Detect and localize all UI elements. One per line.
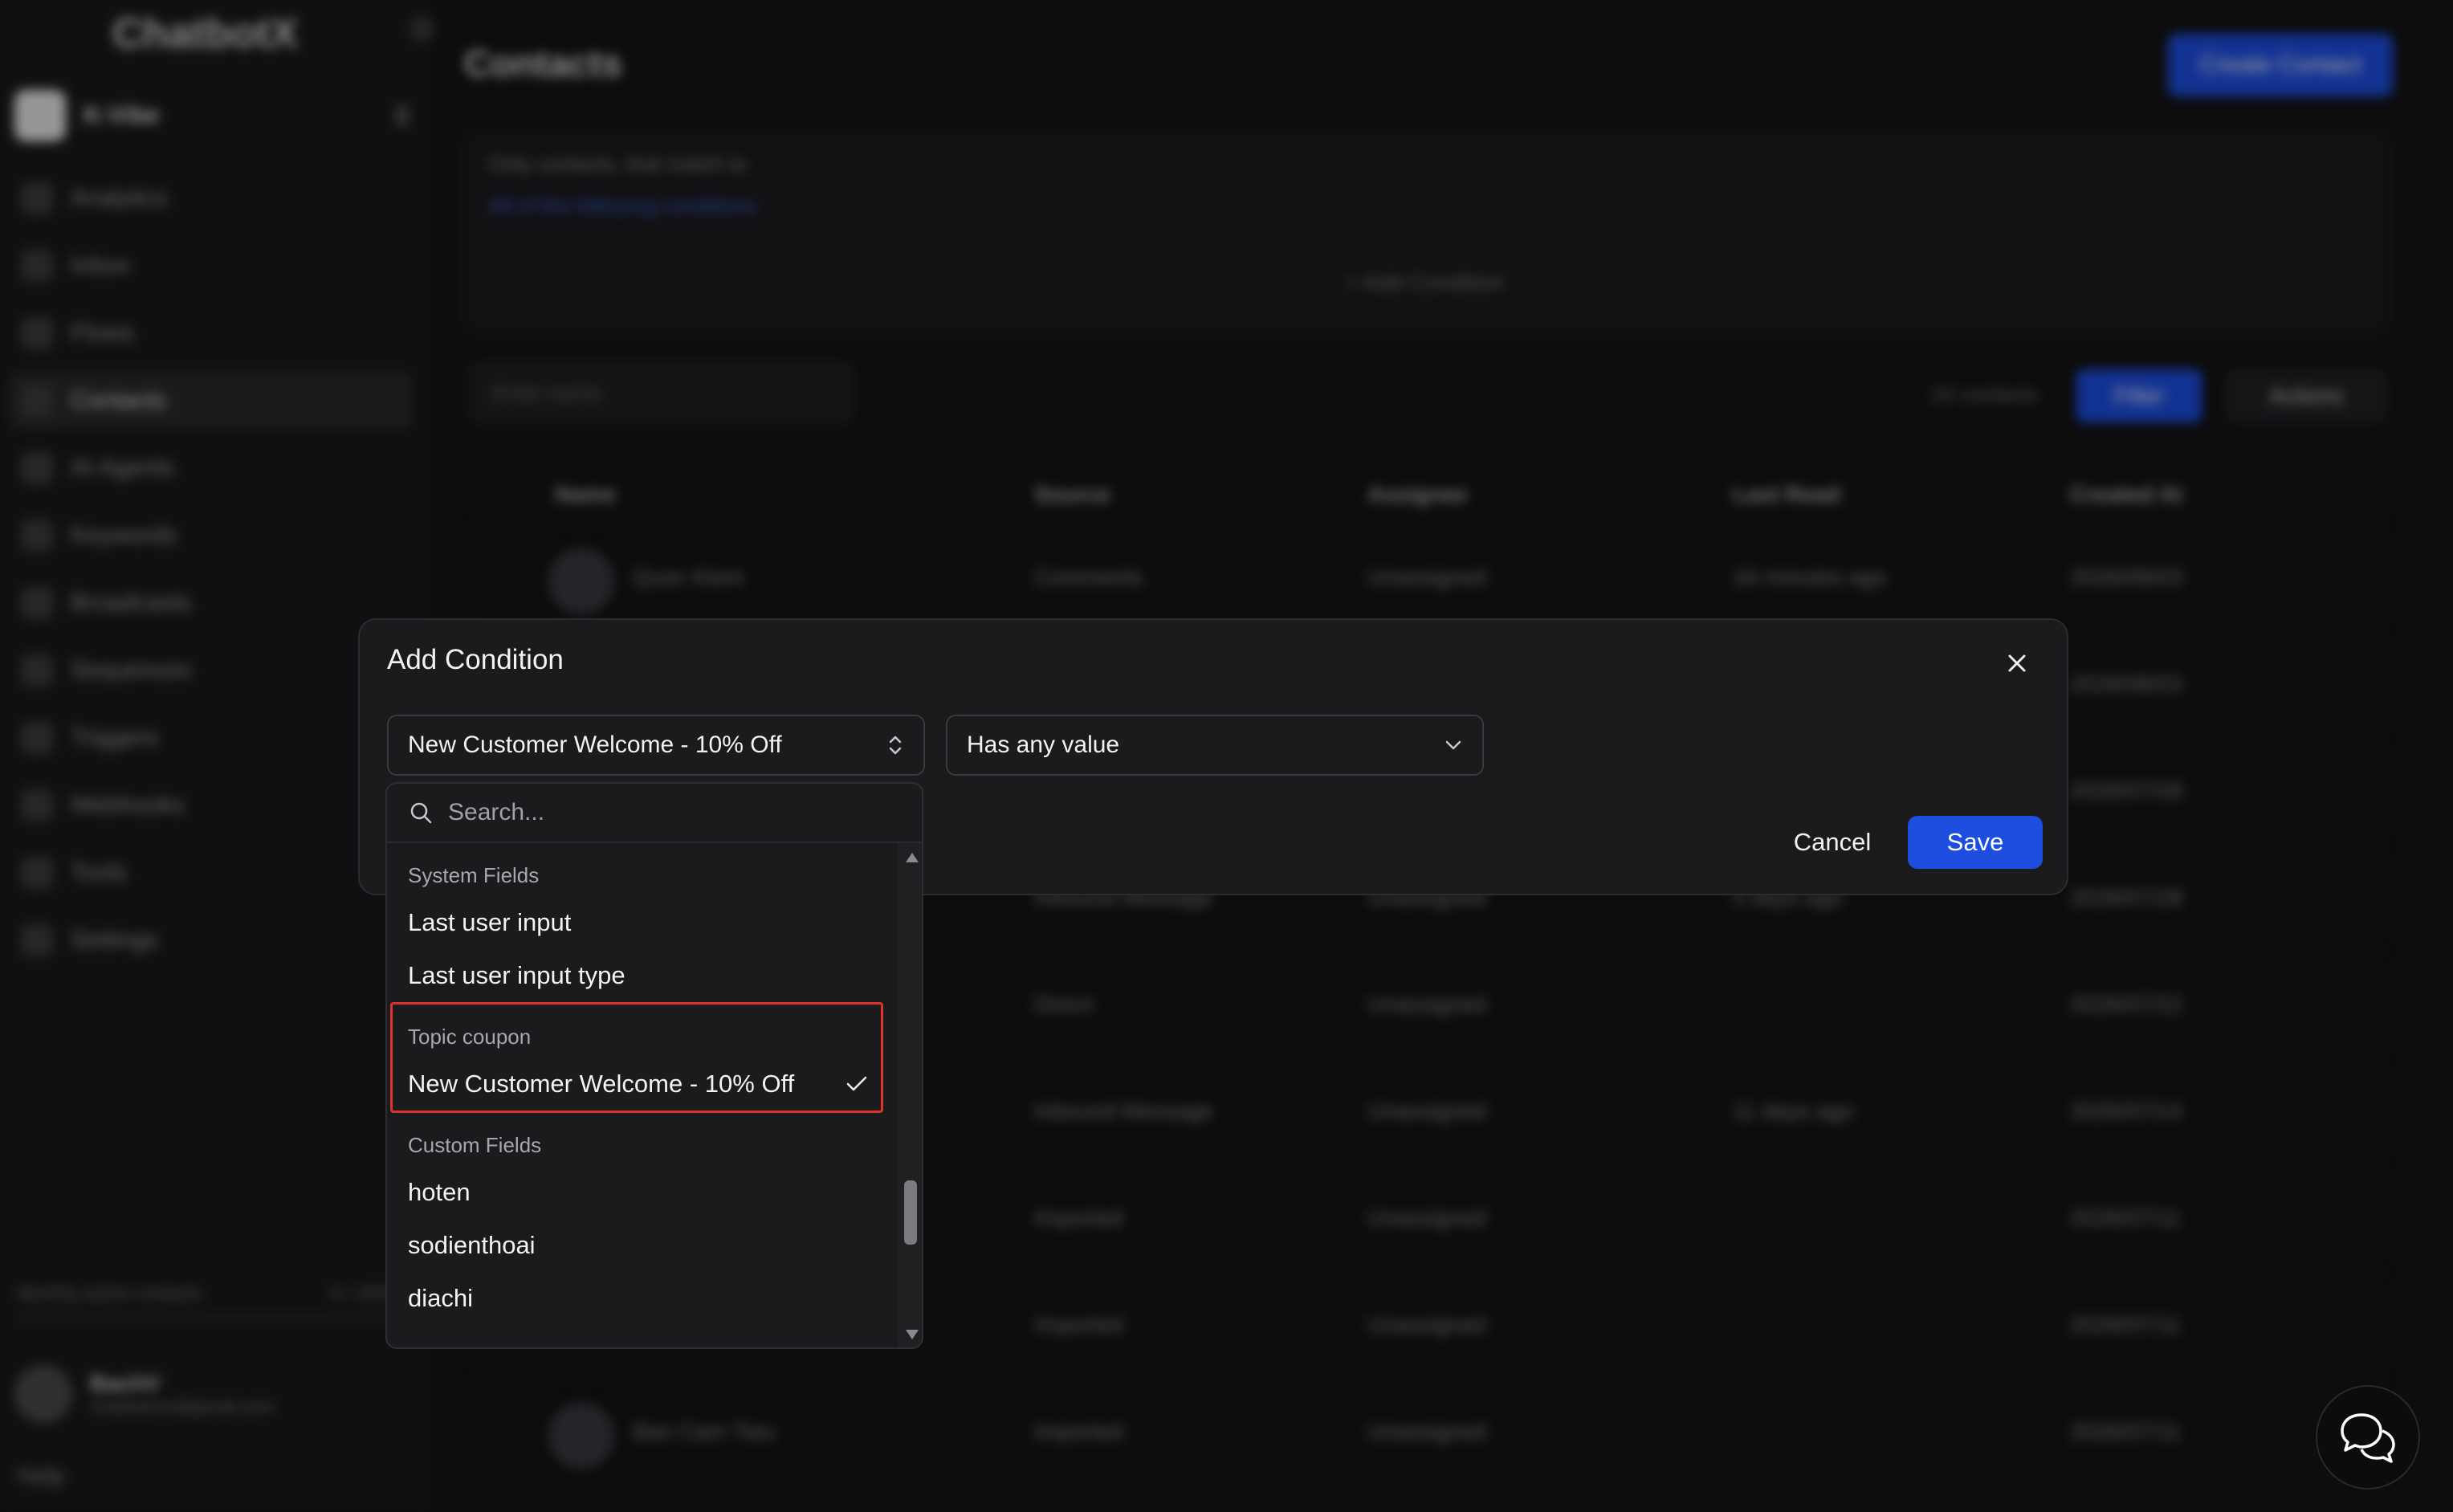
field-select[interactable]: New Customer Welcome - 10% Off xyxy=(387,715,925,776)
dropdown-search-input[interactable] xyxy=(446,798,899,827)
group-label-topic-coupon: Topic coupon xyxy=(408,1025,532,1049)
option-new-customer-welcome[interactable]: New Customer Welcome - 10% Off xyxy=(393,1058,881,1111)
option-label: sodienthoai xyxy=(408,1231,536,1259)
field-select-value: New Customer Welcome - 10% Off xyxy=(408,732,782,758)
support-chat-button[interactable] xyxy=(2316,1385,2420,1490)
dropdown-scrollbar[interactable] xyxy=(898,843,922,1347)
check-icon xyxy=(846,1074,868,1094)
chevron-down-icon xyxy=(1444,739,1463,752)
save-button[interactable]: Save xyxy=(1908,816,2043,869)
chat-bubbles-icon xyxy=(2341,1413,2395,1463)
option-label: diachi xyxy=(408,1284,473,1312)
option-last-user-input[interactable]: Last user input xyxy=(387,896,898,949)
scrollbar-thumb[interactable] xyxy=(904,1180,917,1245)
chevron-updown-icon xyxy=(886,733,904,757)
group-label-custom-fields: Custom Fields xyxy=(408,1133,542,1157)
dropdown-search xyxy=(387,784,922,843)
option-label: Last user input type xyxy=(408,961,625,989)
scroll-down-arrow-icon[interactable] xyxy=(906,1330,919,1339)
option-label: Last user input xyxy=(408,908,572,936)
close-icon xyxy=(2008,654,2026,672)
scroll-up-arrow-icon[interactable] xyxy=(906,853,919,862)
group-label-system-fields: System Fields xyxy=(408,863,540,887)
option-last-user-input-type[interactable]: Last user input type xyxy=(387,949,898,1002)
operator-select[interactable]: Has any value xyxy=(946,715,1484,776)
highlight-box: Topic coupon New Customer Welcome - 10% … xyxy=(390,1002,883,1113)
option-sodienthoai[interactable]: sodienthoai xyxy=(387,1219,898,1272)
operator-select-value: Has any value xyxy=(967,732,1120,758)
search-icon xyxy=(410,802,432,824)
option-diachi[interactable]: diachi xyxy=(387,1272,898,1325)
option-label: hoten xyxy=(408,1178,471,1206)
option-hoten[interactable]: hoten xyxy=(387,1166,898,1219)
option-label: New Customer Welcome - 10% Off xyxy=(408,1070,795,1098)
dialog-title: Add Condition xyxy=(387,644,564,675)
dropdown-options: System Fields Last user input Last user … xyxy=(387,843,898,1325)
cancel-button[interactable]: Cancel xyxy=(1781,816,1884,869)
field-dropdown: System Fields Last user input Last user … xyxy=(385,782,923,1349)
close-button[interactable] xyxy=(1993,639,2041,687)
